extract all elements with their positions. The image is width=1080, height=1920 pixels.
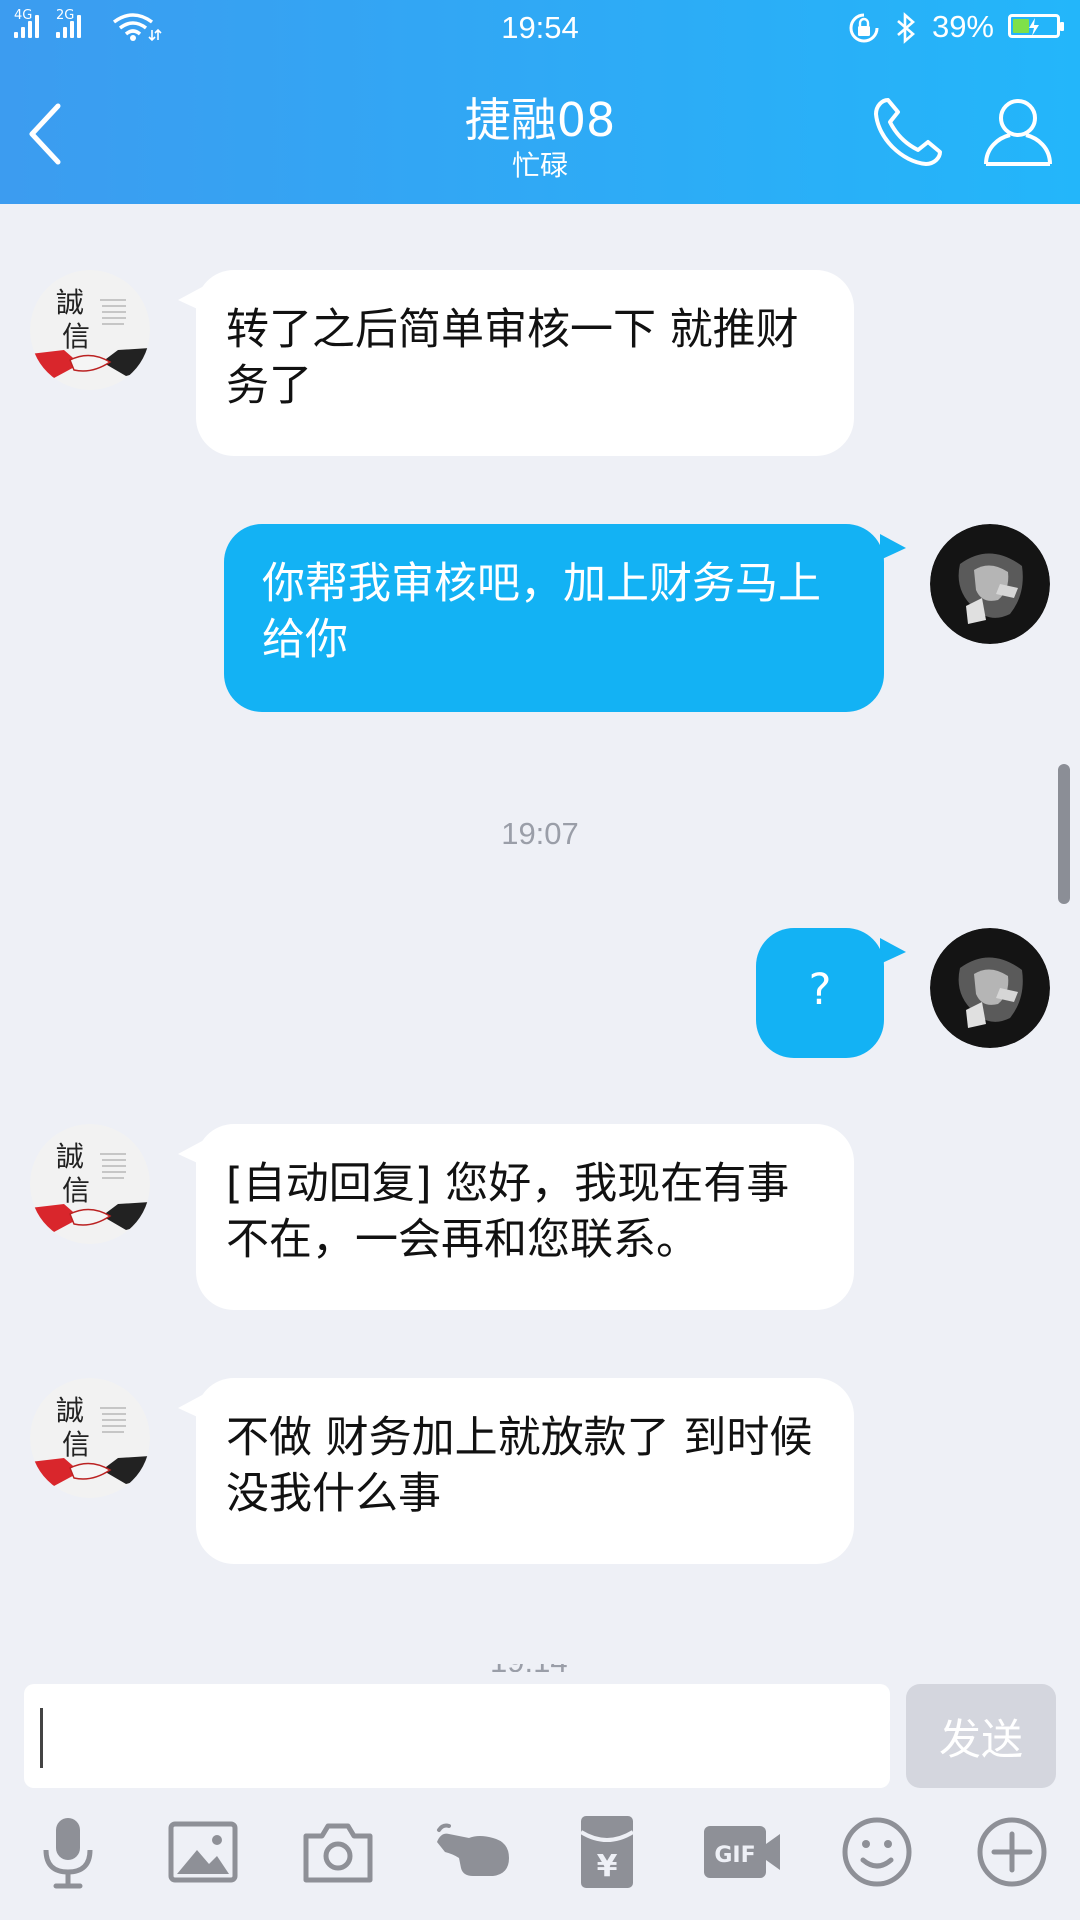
status-time: 19:54 (501, 10, 579, 45)
profile-button[interactable] (978, 90, 1058, 170)
svg-text:誠: 誠 (56, 1140, 84, 1173)
gif-icon: GIF (704, 1826, 780, 1878)
call-button[interactable] (868, 92, 948, 172)
image-icon (168, 1821, 238, 1883)
outgoing-message[interactable]: 你帮我审核吧，加上财务马上给你 (224, 524, 884, 712)
text-caret (40, 1708, 43, 1768)
time-separator: 19:14 (490, 1664, 590, 1672)
contact-avatar[interactable]: 誠 信 (30, 270, 150, 390)
svg-text:誠: 誠 (56, 286, 84, 319)
chat-screen: 4G 2G 19:54 39% 捷融08 忙碌 誠 信 转了之后简单审核一下 就… (0, 0, 1080, 1920)
my-avatar[interactable] (930, 928, 1050, 1048)
incoming-message[interactable]: 不做 财务加上就放款了 到时候没我什么事 (196, 1378, 854, 1564)
message-input[interactable] (24, 1684, 890, 1788)
plus-icon (977, 1817, 1047, 1887)
microphone-icon (43, 1818, 93, 1889)
emoji-button[interactable] (837, 1812, 917, 1892)
send-button[interactable]: 发送 (906, 1684, 1056, 1788)
camera-button[interactable] (298, 1812, 378, 1892)
poke-button[interactable] (433, 1812, 513, 1892)
input-bar: 发送 (0, 1672, 1080, 1792)
poke-hand-icon (437, 1823, 509, 1876)
svg-text:信: 信 (62, 1428, 90, 1461)
red-packet-icon: ¥ (579, 1816, 635, 1888)
input-toolbar: ¥ GIF (0, 1810, 1080, 1920)
my-avatar[interactable] (930, 524, 1050, 644)
gif-button[interactable]: GIF (702, 1812, 782, 1892)
more-button[interactable] (972, 1812, 1052, 1892)
contact-avatar[interactable]: 誠 信 (30, 1124, 150, 1244)
outgoing-message[interactable]: ? (756, 928, 884, 1058)
time-separator: 19:07 (501, 816, 579, 851)
person-icon (984, 99, 1052, 166)
battery-percent: 39% (931, 9, 994, 44)
alarm-lock-icon (849, 13, 879, 43)
incoming-message[interactable]: [自动回复] 您好，我现在有事不在，一会再和您联系。 (196, 1124, 854, 1310)
scrollbar-thumb[interactable] (1058, 764, 1070, 904)
incoming-message[interactable]: 转了之后简单审核一下 就推财务了 (196, 270, 854, 456)
svg-text:¥: ¥ (597, 1849, 618, 1884)
emoji-icon (842, 1817, 912, 1887)
red-packet-button[interactable]: ¥ (567, 1812, 647, 1892)
phone-icon (874, 98, 942, 166)
status-bar: 4G 2G 19:54 39% (0, 0, 1080, 56)
camera-icon (303, 1823, 373, 1883)
svg-text:信: 信 (62, 320, 90, 353)
bluetooth-icon (897, 12, 915, 44)
voice-button[interactable] (28, 1812, 108, 1892)
title-bar: 捷融08 忙碌 (0, 56, 1080, 204)
photo-button[interactable] (163, 1812, 243, 1892)
svg-text:GIF: GIF (714, 1843, 755, 1868)
message-list[interactable]: 誠 信 转了之后简单审核一下 就推财务了 你帮我审核吧，加上财务马上给你 19:… (0, 204, 1080, 1672)
battery-charging-icon (1008, 14, 1064, 38)
svg-text:信: 信 (62, 1174, 90, 1207)
header: 4G 2G 19:54 39% 捷融08 忙碌 (0, 0, 1080, 204)
svg-text:誠: 誠 (56, 1394, 84, 1427)
contact-avatar[interactable]: 誠 信 (30, 1378, 150, 1498)
